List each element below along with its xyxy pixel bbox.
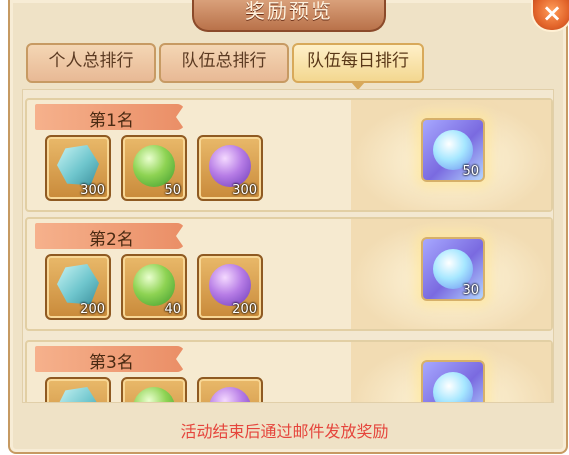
blue-orb-frame-icon	[433, 372, 473, 402]
reward-item[interactable]: 300	[45, 135, 111, 201]
crystal-icon	[57, 264, 99, 305]
footer-note: 活动结束后通过邮件发放奖励	[180, 422, 389, 441]
reward-item[interactable]: 200	[197, 254, 263, 320]
purple-orb-icon	[209, 387, 251, 402]
green-orb-icon	[133, 387, 175, 402]
featured-reward-area: 30	[351, 219, 551, 329]
rank-label: 第1名	[89, 111, 134, 131]
featured-reward-count: 50	[462, 164, 479, 179]
green-orb-icon	[133, 264, 175, 306]
purple-orb-icon	[209, 264, 251, 306]
reward-count: 40	[164, 302, 181, 317]
reward-count: 300	[80, 183, 105, 198]
purple-orb-icon	[209, 145, 251, 187]
reward-item[interactable]	[45, 377, 111, 402]
featured-reward-item[interactable]	[421, 360, 485, 402]
reward-item[interactable]	[197, 377, 263, 402]
featured-reward-item[interactable]: 30	[421, 237, 485, 301]
featured-reward-item[interactable]: 50	[421, 118, 485, 182]
reward-item[interactable]: 40	[121, 254, 187, 320]
panel-title: 奖励预览	[192, 0, 386, 32]
featured-reward-count: 30	[462, 283, 479, 298]
rank-row: 第1名 300 50 300 50	[25, 98, 553, 212]
reward-count: 200	[232, 302, 257, 317]
ranking-reward-list[interactable]: 第1名 300 50 300 50 第2名 200 40 200 30 第3名	[22, 89, 554, 403]
rank-row: 第2名 200 40 200 30	[25, 217, 553, 331]
tab-team-total-ranking[interactable]: 队伍总排行	[159, 43, 289, 83]
crystal-icon	[57, 387, 99, 402]
featured-reward-area: 50	[351, 100, 551, 210]
tab-team-daily-ranking[interactable]: 队伍每日排行	[292, 43, 424, 90]
tab-personal-total-ranking[interactable]: 个人总排行	[26, 43, 156, 83]
green-orb-icon	[133, 145, 175, 187]
rank-row: 第3名	[25, 340, 553, 402]
featured-reward-area	[351, 342, 551, 402]
reward-item[interactable]: 300	[197, 135, 263, 201]
reward-count: 300	[232, 183, 257, 198]
reward-count: 200	[80, 302, 105, 317]
reward-item[interactable]	[121, 377, 187, 402]
reward-item[interactable]: 200	[45, 254, 111, 320]
rank-label: 第2名	[89, 230, 134, 250]
rank-label: 第3名	[89, 353, 134, 373]
reward-item[interactable]: 50	[121, 135, 187, 201]
crystal-icon	[57, 145, 99, 186]
reward-count: 50	[164, 183, 181, 198]
